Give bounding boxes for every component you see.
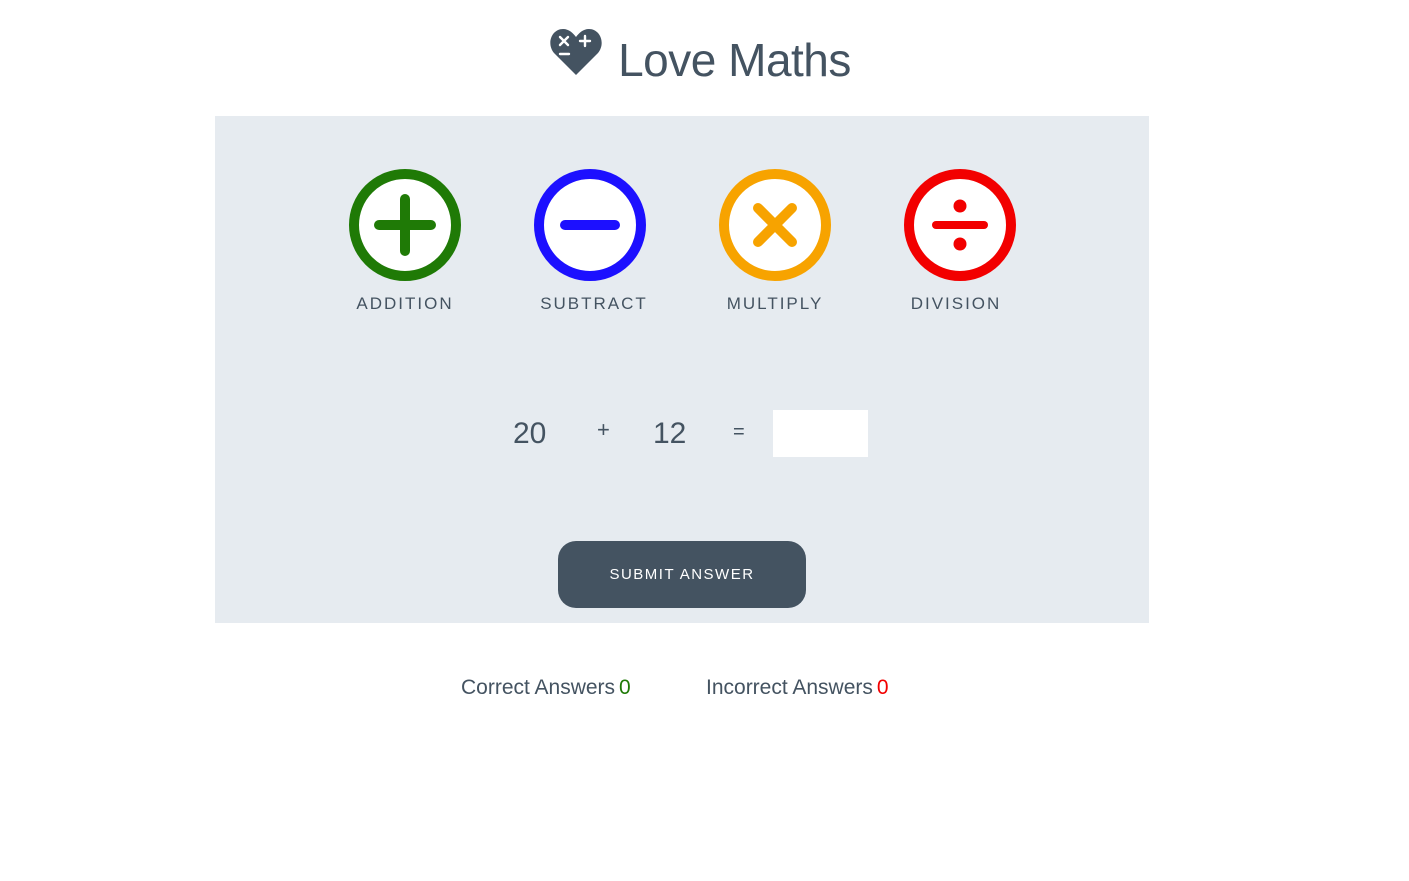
answer-input[interactable] [773,410,868,457]
score-area: Correct Answers 0 Incorrect Answers 0 [0,676,1409,706]
addition-label: ADDITION [356,294,454,313]
subtract-label: SUBTRACT [540,294,648,313]
operand-2: 12 [653,417,687,450]
addition-button[interactable]: ADDITION [340,168,470,314]
operator-sign: + [597,417,610,442]
division-label: DIVISION [910,294,1002,313]
division-button[interactable]: DIVISION [895,168,1025,314]
question-row: 20 + 12 = [215,410,1149,458]
minus-circle-icon [534,169,646,281]
multiply-button[interactable]: MULTIPLY [710,168,840,314]
operand-1: 20 [513,417,547,450]
multiply-label: MULTIPLY [726,294,824,313]
incorrect-label: Incorrect Answers [706,676,873,699]
game-area: ADDITION SUBTRACT MULTIPLY DIVISION 20 +… [215,116,1149,623]
heart-operators-icon [550,29,602,75]
plus-circle-icon [349,169,461,281]
times-circle-icon [719,169,831,281]
divide-circle-icon [904,169,1016,281]
subtract-button[interactable]: SUBTRACT [525,168,655,314]
logo: Love Maths [550,29,851,87]
incorrect-score: Incorrect Answers 0 [706,676,889,700]
header: Love Maths [0,28,1409,92]
submit-answer-button[interactable]: SUBMIT ANSWER [558,541,806,608]
incorrect-count: 0 [876,676,889,699]
correct-score: Correct Answers 0 [461,676,631,700]
correct-count: 0 [619,676,631,699]
correct-label: Correct Answers [461,676,616,699]
page-title: Love Maths [618,34,851,86]
equals-sign: = [733,421,745,443]
